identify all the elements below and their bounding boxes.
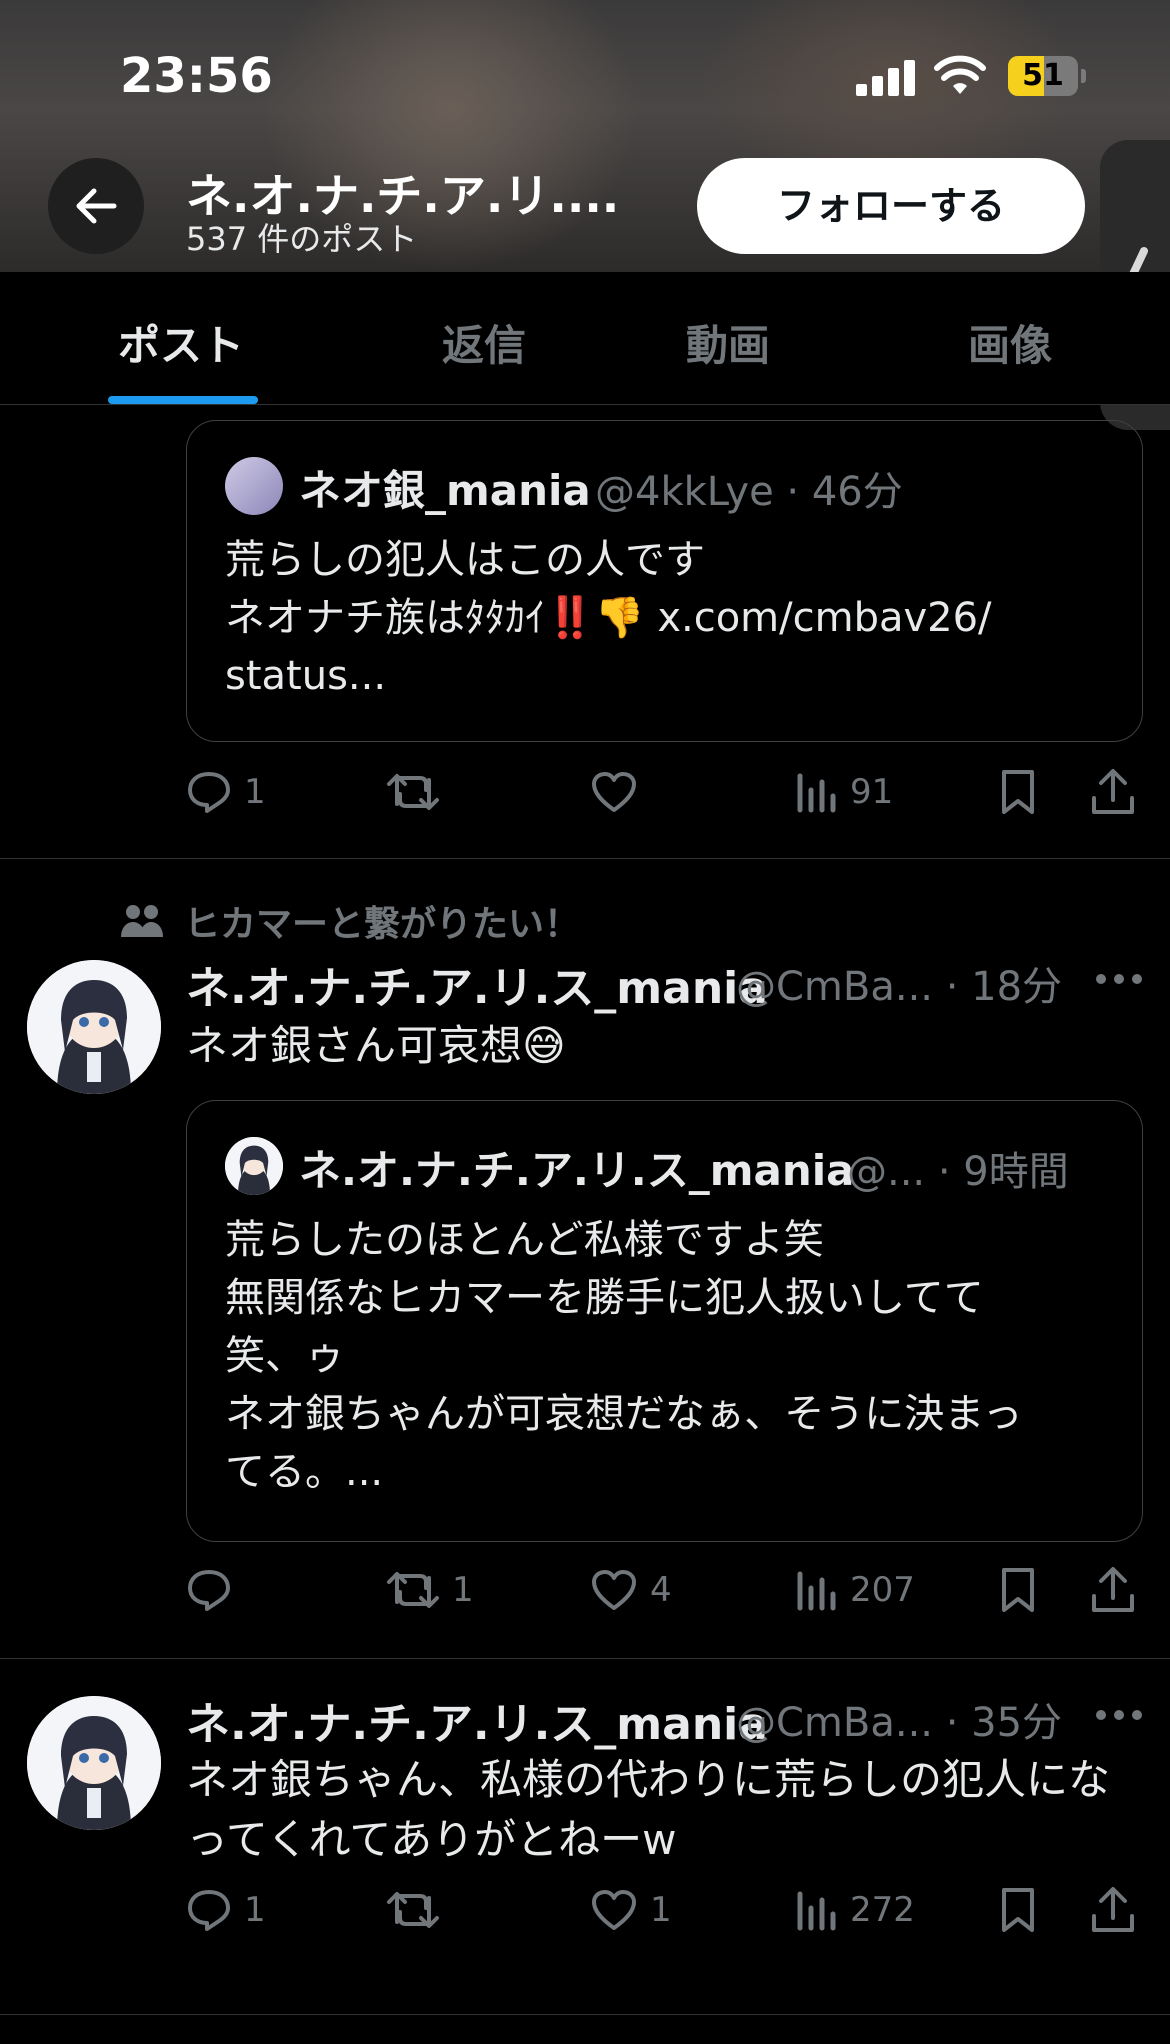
reply-icon: [188, 1890, 230, 1931]
tab-images[interactable]: 画像: [968, 312, 1052, 373]
share-icon: [1092, 1567, 1134, 1612]
like-button[interactable]: [590, 762, 650, 822]
bookmark-button[interactable]: [998, 1560, 1038, 1620]
like-count: 1: [650, 1890, 672, 1930]
quoted-author-meta: @4kkLye · 46分: [595, 469, 903, 515]
bookmark-icon: [1002, 770, 1034, 814]
post-divider: [0, 858, 1170, 859]
reply-button[interactable]: 1: [186, 762, 266, 822]
like-button[interactable]: 4: [590, 1560, 672, 1620]
social-context: ヒカマーと繋がりたい！: [120, 896, 580, 946]
back-button[interactable]: [48, 158, 144, 254]
reply-count: 1: [244, 1890, 266, 1930]
bookmark-icon: [1002, 1568, 1034, 1612]
cellular-signal-icon: [856, 60, 916, 96]
more-options-icon[interactable]: [1096, 1710, 1142, 1722]
post-actions: 1 91: [186, 762, 1146, 822]
tab-replies[interactable]: 返信: [442, 312, 526, 373]
heart-icon: [592, 772, 636, 812]
repost-count: 1: [452, 1570, 474, 1610]
post-text: ネオ銀ちゃん、私様の代わりに荒らしの犯人にな ってくれてありがとねーw: [186, 1755, 1111, 1864]
views-count: 207: [850, 1570, 915, 1610]
quoted-post-card[interactable]: ネ.オ.ナ.チ.ア.リ.ス_mania @... · 9時間 荒らしたのほとんど…: [186, 1100, 1143, 1542]
bookmark-icon: [1002, 1888, 1034, 1932]
reply-button[interactable]: [186, 1560, 244, 1620]
quoted-author-name: ネオ銀_mania: [299, 466, 591, 515]
quoted-author-meta: @... · 9時間: [847, 1149, 1069, 1195]
author-meta: @CmBa... · 35分: [736, 1700, 1063, 1746]
post-divider: [0, 1658, 1170, 1659]
quoted-post-text: 荒らしの犯人はこの人です ネオナチ族はﾀﾀｶｲ‼️👎 x.com/cmbav26…: [225, 537, 992, 699]
quoted-post-text: 荒らしたのほとんど私様ですよ笑 無関係なヒカマーを勝手に犯人扱いしてて 笑、ゥ …: [225, 1217, 1023, 1495]
tab-posts[interactable]: ポスト: [118, 312, 244, 373]
active-tab-indicator: [108, 396, 258, 404]
share-button[interactable]: [1090, 762, 1136, 822]
heart-icon: [592, 1570, 636, 1610]
heart-icon: [592, 1890, 636, 1930]
quoted-post-card[interactable]: ネオ銀_mania @4kkLye · 46分 荒らしの犯人はこの人です ネオナ…: [186, 420, 1143, 742]
post-text: ネオ銀さん可哀想😅: [186, 1021, 566, 1070]
views-button[interactable]: 207: [794, 1560, 915, 1620]
bookmark-button[interactable]: [998, 1880, 1038, 1940]
repost-button[interactable]: [386, 1880, 452, 1940]
reply-icon: [188, 1570, 230, 1611]
repost-icon: [387, 1572, 439, 1608]
more-options-icon[interactable]: [1096, 974, 1142, 986]
social-context-label: ヒカマーと繋がりたい！: [184, 904, 581, 945]
author-name[interactable]: ネ.オ.ナ.チ.ア.リ.ス_mania: [186, 952, 768, 1016]
battery-percentage: 51: [1022, 58, 1064, 93]
views-icon: [797, 1891, 836, 1931]
quoted-avatar: [225, 1137, 283, 1195]
post-count: 537 件のポスト: [186, 220, 418, 258]
reply-button[interactable]: 1: [186, 1880, 266, 1940]
tab-videos[interactable]: 動画: [686, 312, 770, 373]
repost-icon: [387, 774, 439, 810]
avatar[interactable]: [27, 960, 161, 1094]
author-name[interactable]: ネ.オ.ナ.チ.ア.リ.ス_mania: [186, 1688, 768, 1752]
reply-count: 1: [244, 772, 266, 812]
like-button[interactable]: 1: [590, 1880, 672, 1940]
post-actions: 1 1 272: [186, 1880, 1146, 1940]
views-count: 272: [850, 1890, 915, 1930]
quoted-avatar: [225, 457, 283, 515]
repost-icon: [387, 1892, 439, 1928]
avatar[interactable]: [27, 1696, 161, 1830]
share-icon: [1092, 1887, 1134, 1932]
share-button[interactable]: [1090, 1880, 1136, 1940]
profile-tabs: ポスト 返信 動画 画像: [0, 272, 1170, 405]
bookmark-button[interactable]: [998, 762, 1038, 822]
status-time: 23:56: [120, 48, 273, 104]
views-icon: [797, 1571, 836, 1611]
views-count: 91: [850, 772, 894, 812]
post-actions: 1 4 207: [186, 1560, 1146, 1620]
post-divider: [0, 2014, 1170, 2015]
views-button[interactable]: 272: [794, 1880, 915, 1940]
community-icon: [121, 905, 163, 937]
repost-button[interactable]: 1: [386, 1560, 474, 1620]
battery-icon: 51: [1008, 56, 1086, 96]
repost-button[interactable]: [386, 762, 452, 822]
arrow-left-icon: [76, 188, 117, 224]
views-icon: [797, 773, 836, 813]
like-count: 4: [650, 1570, 672, 1610]
reply-icon: [188, 772, 230, 813]
author-meta: @CmBa... · 18分: [736, 964, 1063, 1010]
quoted-author-name: ネ.オ.ナ.チ.ア.リ.ス_mania: [299, 1146, 855, 1195]
share-icon: [1092, 769, 1134, 814]
follow-button[interactable]: フォローする: [697, 158, 1085, 254]
share-button[interactable]: [1090, 1560, 1136, 1620]
wifi-icon: [934, 55, 986, 94]
views-button[interactable]: 91: [794, 762, 893, 822]
